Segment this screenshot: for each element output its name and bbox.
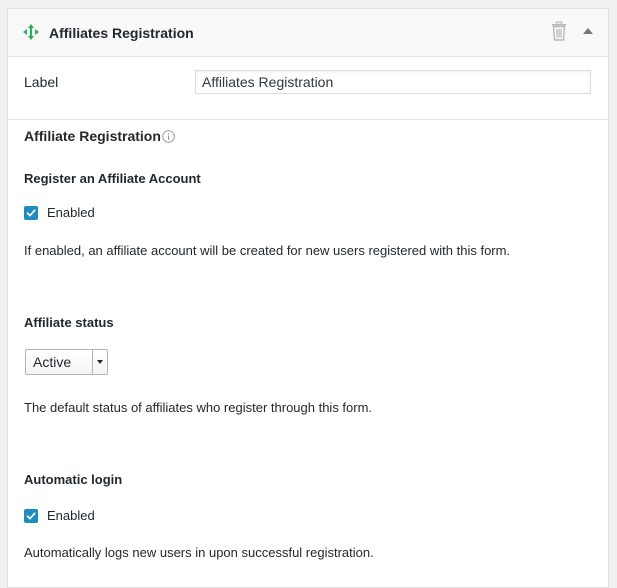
- automatic-login-checkbox-label: Enabled: [47, 508, 95, 523]
- info-icon[interactable]: [162, 130, 175, 143]
- register-account-checkbox-label: Enabled: [47, 205, 95, 220]
- dropdown-arrow-icon: [97, 360, 103, 364]
- label-input[interactable]: [195, 70, 591, 94]
- register-account-checkbox[interactable]: [24, 205, 38, 220]
- register-account-option: Enabled: [24, 205, 95, 220]
- trash-icon[interactable]: [550, 21, 568, 41]
- checkmark-icon: [26, 208, 36, 216]
- checkmark-icon: [26, 511, 36, 519]
- affiliate-status-select[interactable]: Active: [25, 349, 108, 375]
- block-header[interactable]: Affiliates Registration: [8, 9, 608, 57]
- move-arrows-icon: [23, 23, 39, 40]
- affiliate-status-description: The default status of affiliates who reg…: [24, 400, 373, 415]
- section-title-text: Affiliate Registration: [24, 128, 161, 144]
- section-title: Affiliate Registration: [24, 128, 175, 144]
- affiliates-registration-block: Affiliates Registration Label Affiliate …: [7, 8, 609, 588]
- affiliate-status-selected: Active: [33, 354, 72, 370]
- automatic-login-option: Enabled: [24, 508, 95, 523]
- block-title: Affiliates Registration: [49, 24, 194, 41]
- label-field-label: Label: [24, 74, 59, 90]
- automatic-login-checkbox[interactable]: [24, 508, 38, 523]
- automatic-login-heading: Automatic login: [24, 472, 123, 487]
- register-account-description: If enabled, an affiliate account will be…: [24, 243, 511, 258]
- affiliate-status-heading: Affiliate status: [24, 315, 114, 330]
- register-account-heading: Register an Affiliate Account: [24, 171, 201, 186]
- label-row: Label: [8, 57, 608, 120]
- select-arrow: [92, 350, 107, 374]
- automatic-login-description: Automatically logs new users in upon suc…: [24, 545, 374, 560]
- collapse-toggle-icon[interactable]: [582, 26, 594, 36]
